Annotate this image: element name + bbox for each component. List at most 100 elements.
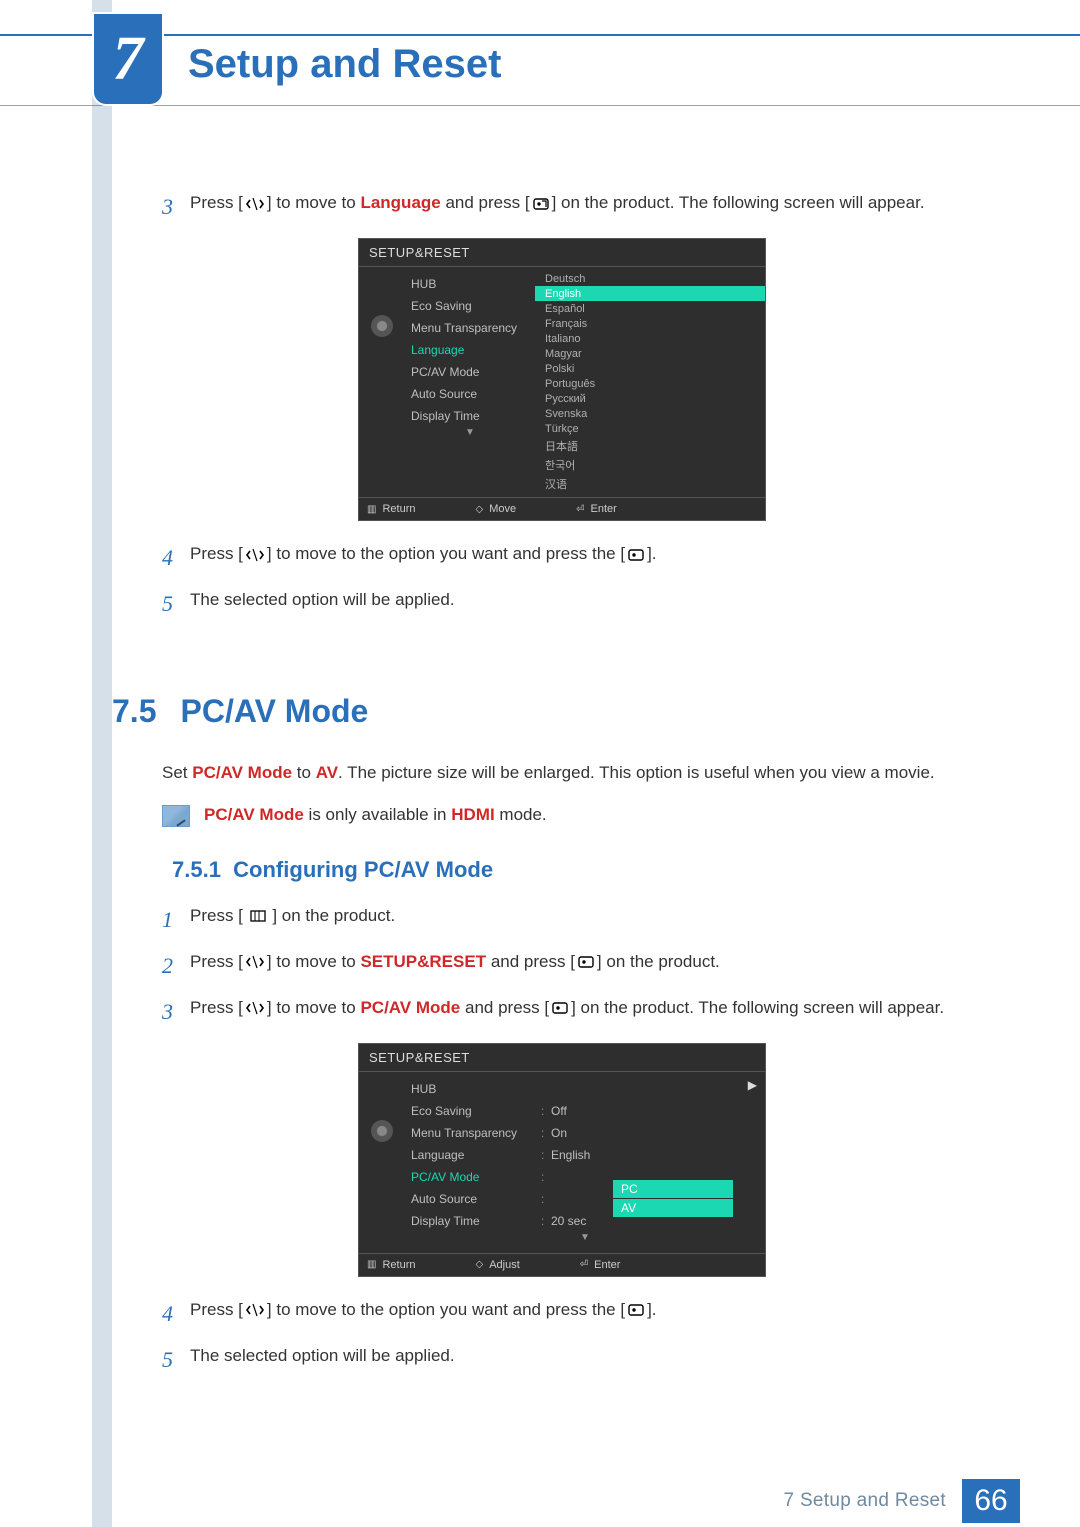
- lang-item: Svenska: [535, 406, 765, 421]
- step-number: 1: [162, 903, 190, 937]
- down-arrow-icon: ▼: [405, 1232, 765, 1247]
- osd-footer: ▥Return ◇Move ⏎Enter: [359, 497, 765, 520]
- step-b5: 5 The selected option will be applied.: [162, 1343, 962, 1377]
- content-area: 3 Press [] to move to Language and press…: [162, 190, 962, 1389]
- lang-item: 한국어: [535, 455, 765, 474]
- header-rule-bottom: [0, 105, 1080, 106]
- lang-item: 日本語: [535, 436, 765, 455]
- osd-settings-list: HUB Eco Saving:Off Menu Transparency:On …: [405, 1072, 765, 1253]
- lang-item: Русский: [535, 391, 765, 406]
- lang-item: Magyar: [535, 346, 765, 361]
- footer-page-number: 66: [962, 1479, 1020, 1523]
- menu-icon: [250, 910, 266, 922]
- note-block: PC/AV Mode is only available in HDMI mod…: [162, 805, 962, 827]
- step-text: The selected option will be applied.: [190, 587, 962, 613]
- step-number: 5: [162, 587, 190, 621]
- note-text: PC/AV Mode is only available in HDMI mod…: [204, 805, 547, 825]
- updown-icon: [245, 1303, 265, 1317]
- osd-option: AV: [613, 1199, 733, 1217]
- osd-menu: HUB Eco Saving Menu Transparency Languag…: [405, 267, 535, 497]
- enter-icon: [577, 955, 595, 969]
- osd-title: SETUP&RESET: [359, 1044, 765, 1072]
- highlight-language: Language: [360, 193, 440, 212]
- lang-item: Português: [535, 376, 765, 391]
- step-text: Press [ ] on the product.: [190, 903, 962, 929]
- step-b3: 3 Press [] to move to PC/AV Mode and pre…: [162, 995, 962, 1029]
- osd-menu-item-selected: Language: [405, 339, 535, 361]
- osd-menu-item: Eco Saving: [405, 295, 535, 317]
- highlight-setupreset: SETUP&RESET: [360, 952, 486, 971]
- subsection-heading: 7.5.1 Configuring PC/AV Mode: [172, 857, 962, 883]
- enter-icon: [627, 1303, 645, 1317]
- osd-menu-item: Auto Source: [405, 383, 535, 405]
- enter-icon: [551, 1001, 569, 1015]
- menu-icon: ▥: [367, 504, 376, 515]
- osd-screenshot-pcav: SETUP&RESET ▶ HUB Eco Saving:Off Menu Tr…: [358, 1043, 766, 1277]
- adjust-icon: ◇: [475, 1259, 483, 1270]
- section-heading: 7.5 PC/AV Mode: [112, 693, 962, 730]
- lang-item: Polski: [535, 361, 765, 376]
- right-arrow-icon: ▶: [748, 1078, 757, 1092]
- osd-menu-item: PC/AV Mode: [405, 361, 535, 383]
- step-number: 2: [162, 949, 190, 983]
- step-a5: 5 The selected option will be applied.: [162, 587, 962, 621]
- highlight-av: AV: [316, 763, 338, 782]
- note-icon: [162, 805, 190, 827]
- step-a4: 4 Press [] to move to the option you wan…: [162, 541, 962, 575]
- step-number: 5: [162, 1343, 190, 1377]
- page-footer: 7 Setup and Reset 66: [0, 1475, 1080, 1527]
- step-text: Press [] to move to SETUP&RESET and pres…: [190, 949, 962, 975]
- gear-icon: [371, 1120, 393, 1142]
- enter-icon: [532, 197, 550, 211]
- chapter-title: Setup and Reset: [188, 42, 501, 87]
- step-text: The selected option will be applied.: [190, 1343, 962, 1369]
- step-text: Press [] to move to the option you want …: [190, 1297, 962, 1323]
- chapter-number: 7: [113, 24, 144, 95]
- updown-icon: [245, 955, 265, 969]
- step-a3: 3 Press [] to move to Language and press…: [162, 190, 962, 224]
- gear-icon: [371, 315, 393, 337]
- move-icon: ◇: [475, 504, 483, 515]
- step-b2: 2 Press [] to move to SETUP&RESET and pr…: [162, 949, 962, 983]
- step-b1: 1 Press [ ] on the product.: [162, 903, 962, 937]
- highlight-pcav: PC/AV Mode: [192, 763, 292, 782]
- enter-icon: ⏎: [580, 1259, 588, 1270]
- osd-options-dropdown: PC AV: [613, 1180, 733, 1218]
- lang-item: Italiano: [535, 331, 765, 346]
- footer-chapter-label: 7 Setup and Reset: [784, 1490, 947, 1512]
- step-text: Press [] to move to PC/AV Mode and press…: [190, 995, 962, 1021]
- updown-icon: [245, 1001, 265, 1015]
- lang-item: Français: [535, 316, 765, 331]
- lang-item: 汉语: [535, 474, 765, 493]
- step-number: 4: [162, 1297, 190, 1331]
- step-number: 4: [162, 541, 190, 575]
- enter-icon: [627, 548, 645, 562]
- step-number: 3: [162, 190, 190, 224]
- updown-icon: [245, 548, 265, 562]
- section-title: PC/AV Mode: [180, 693, 368, 730]
- osd-selected-row: PC/AV Mode: [411, 1170, 541, 1184]
- osd-title: SETUP&RESET: [359, 239, 765, 267]
- lang-item-selected: English: [535, 286, 765, 301]
- left-stripe: [92, 0, 112, 1527]
- osd-menu-item: HUB: [405, 273, 535, 295]
- lang-item: Türkçe: [535, 421, 765, 436]
- step-text: Press [] to move to Language and press […: [190, 190, 962, 216]
- menu-icon: ▥: [367, 1259, 376, 1270]
- step-text: Press [] to move to the option you want …: [190, 541, 962, 567]
- section-para: Set PC/AV Mode to AV. The picture size w…: [162, 760, 962, 786]
- chapter-badge: 7: [92, 12, 164, 106]
- step-number: 3: [162, 995, 190, 1029]
- osd-language-list: Deutsch English Español Français Italian…: [535, 267, 765, 497]
- enter-icon: ⏎: [576, 504, 584, 515]
- osd-option: PC: [613, 1180, 733, 1198]
- step-b4: 4 Press [] to move to the option you wan…: [162, 1297, 962, 1331]
- lang-item: Deutsch: [535, 271, 765, 286]
- osd-screenshot-language: SETUP&RESET HUB Eco Saving Menu Transpar…: [358, 238, 766, 521]
- section-number: 7.5: [112, 693, 156, 730]
- updown-icon: [245, 197, 265, 211]
- osd-menu-item: Display Time: [405, 405, 535, 427]
- osd-footer: ▥Return ◇Adjust ⏎Enter: [359, 1253, 765, 1276]
- lang-item: Español: [535, 301, 765, 316]
- down-arrow-icon: ▼: [405, 427, 535, 442]
